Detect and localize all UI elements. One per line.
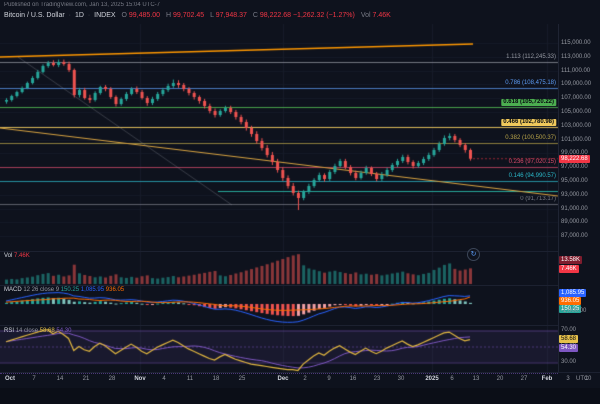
rsi-axis-label[interactable]: 30.00 bbox=[561, 359, 576, 366]
fib-1.113-label[interactable]: 1.113 (112,245.33) bbox=[506, 54, 556, 61]
open-value: 99,485.00 bbox=[129, 12, 160, 19]
price-axis-label[interactable]: 115,000.00 bbox=[561, 40, 591, 47]
price-axis-label[interactable]: 91,000.00 bbox=[561, 206, 588, 213]
high-label: H bbox=[166, 12, 171, 19]
price-axis-label[interactable]: 101,000.00 bbox=[561, 137, 591, 144]
fib-0-label[interactable]: 0 (91,713.17) bbox=[520, 196, 556, 203]
time-tick-10[interactable]: 10 bbox=[585, 376, 592, 382]
rsi-axis-tag: 58.68 bbox=[559, 335, 578, 343]
time-tick-Feb[interactable]: Feb bbox=[542, 376, 553, 382]
rsi-pane-title[interactable]: RSI 14 close 58.68 54.30 bbox=[4, 328, 71, 334]
macd-axis-tag: 1,085.95 bbox=[559, 289, 586, 297]
price-axis-label[interactable]: 95,000.00 bbox=[561, 178, 588, 185]
close-label: C bbox=[253, 12, 258, 19]
price-axis-label[interactable]: 109,000.00 bbox=[561, 81, 591, 88]
fib-0.382-label[interactable]: 0.382 (100,500.37) bbox=[505, 135, 556, 142]
time-tick-Nov[interactable]: Nov bbox=[134, 376, 145, 382]
macd-hist-value: 150.25 bbox=[61, 287, 79, 293]
tradingview-chart-window: Published on TradingView.com, Jan 13, 20… bbox=[0, 0, 600, 404]
time-tick-25[interactable]: 25 bbox=[239, 376, 246, 382]
change-value: −1,262.32 (−1.27%) bbox=[293, 12, 355, 19]
time-tick-11[interactable]: 11 bbox=[187, 376, 193, 382]
price-axis-border bbox=[558, 24, 559, 372]
time-tick-13[interactable]: 13 bbox=[473, 376, 480, 382]
time-tick-9[interactable]: 9 bbox=[327, 376, 330, 382]
price-axis-label[interactable]: 93,000.00 bbox=[561, 192, 588, 199]
macd-line-value: 1,085.95 bbox=[81, 287, 104, 293]
fib-0.236-label[interactable]: 0.236 (97,020.15) bbox=[509, 159, 556, 166]
footer-bar: TV TradingView bbox=[0, 388, 600, 404]
price-axis-label[interactable]: 111,000.00 bbox=[561, 68, 590, 75]
macd-signal-value: 936.05 bbox=[106, 287, 124, 293]
time-tick-23[interactable]: 23 bbox=[374, 376, 381, 382]
exchange-label: INDEX bbox=[94, 12, 115, 19]
time-tick-6[interactable]: 6 bbox=[450, 376, 453, 382]
time-tick-20[interactable]: 20 bbox=[497, 376, 504, 382]
price-axis-label[interactable]: 103,000.00 bbox=[561, 123, 591, 130]
volume-axis-tag: 7.46K bbox=[559, 265, 579, 273]
rsi-axis-tag: 54.30 bbox=[559, 344, 578, 352]
price-axis-label[interactable]: 107,000.00 bbox=[561, 95, 591, 102]
symbol-status-row: Bitcoin / U.S. Dollar · 1D · INDEX O 99,… bbox=[4, 12, 391, 19]
price-axis-label[interactable]: 105,000.00 bbox=[561, 109, 591, 116]
macd-axis-label[interactable]: -1,000.00 bbox=[561, 308, 586, 315]
time-tick-2[interactable]: 2 bbox=[303, 376, 306, 382]
fib-0.618-label[interactable]: 0.618 (105,720.22) bbox=[501, 99, 556, 106]
time-axis[interactable] bbox=[0, 372, 600, 389]
low-value: 97,948.37 bbox=[216, 12, 247, 19]
open-label: O bbox=[122, 12, 127, 19]
volume-pane-title[interactable]: Vol 7.46K bbox=[4, 253, 30, 259]
interval-label[interactable]: 1D bbox=[75, 12, 84, 19]
rsi-value: 58.68 bbox=[40, 328, 55, 334]
time-tick-14[interactable]: 14 bbox=[57, 376, 64, 382]
price-axis-label[interactable]: 89,000.00 bbox=[561, 219, 588, 226]
macd-pane-title[interactable]: MACD 12 26 close 9 150.25 1,085.95 936.0… bbox=[4, 287, 124, 293]
pane-separator[interactable] bbox=[0, 325, 558, 326]
fib-0.786-label[interactable]: 0.786 (108,475.18) bbox=[505, 80, 556, 87]
refresh-circle-icon[interactable]: ↻ bbox=[467, 248, 480, 261]
pane-separator[interactable] bbox=[0, 285, 558, 286]
time-tick-27[interactable]: 27 bbox=[521, 376, 528, 382]
volume-value: 7.46K bbox=[373, 12, 391, 19]
time-tick-Dec[interactable]: Dec bbox=[277, 376, 288, 382]
price-axis-label[interactable]: 87,000.00 bbox=[561, 233, 588, 240]
time-tick-2025[interactable]: 2025 bbox=[425, 376, 438, 382]
price-axis-label[interactable]: 97,000.00 bbox=[561, 164, 588, 171]
low-label: L bbox=[210, 12, 214, 19]
published-line: Published on TradingView.com, Jan 13, 20… bbox=[4, 2, 160, 8]
time-tick-Oct[interactable]: Oct bbox=[5, 376, 15, 382]
volume-label: Vol bbox=[361, 12, 371, 19]
time-tick-21[interactable]: 21 bbox=[83, 376, 90, 382]
current-price-tag: 98,222.68 bbox=[559, 155, 590, 163]
close-value: 98,222.68 bbox=[260, 12, 291, 19]
time-tick-30[interactable]: 30 bbox=[398, 376, 405, 382]
time-tick-16[interactable]: 16 bbox=[350, 376, 357, 382]
symbol-name[interactable]: Bitcoin / U.S. Dollar bbox=[4, 12, 65, 19]
time-tick-3[interactable]: 3 bbox=[566, 376, 569, 382]
fib-0.146-label[interactable]: 0.146 (94,990.57) bbox=[509, 173, 556, 180]
volume-axis-tag: 13.58K bbox=[559, 256, 582, 264]
rsi-axis-label[interactable]: 70.00 bbox=[561, 327, 576, 334]
fib-0.466-label[interactable]: 0.466 (102,780.98) bbox=[501, 119, 556, 126]
time-tick-4[interactable]: 4 bbox=[162, 376, 165, 382]
time-tick-28[interactable]: 28 bbox=[109, 376, 116, 382]
time-tick-18[interactable]: 18 bbox=[213, 376, 220, 382]
price-axis-label[interactable]: 113,000.00 bbox=[561, 54, 591, 61]
high-value: 99,702.45 bbox=[173, 12, 204, 19]
time-tick-7[interactable]: 7 bbox=[32, 376, 35, 382]
macd-axis-tag: 936.05 bbox=[559, 297, 581, 305]
volume-pane-value: 7.46K bbox=[14, 253, 30, 259]
rsi-ma-value: 54.30 bbox=[56, 328, 71, 334]
rsi-band-dotted-edge bbox=[0, 373, 558, 374]
